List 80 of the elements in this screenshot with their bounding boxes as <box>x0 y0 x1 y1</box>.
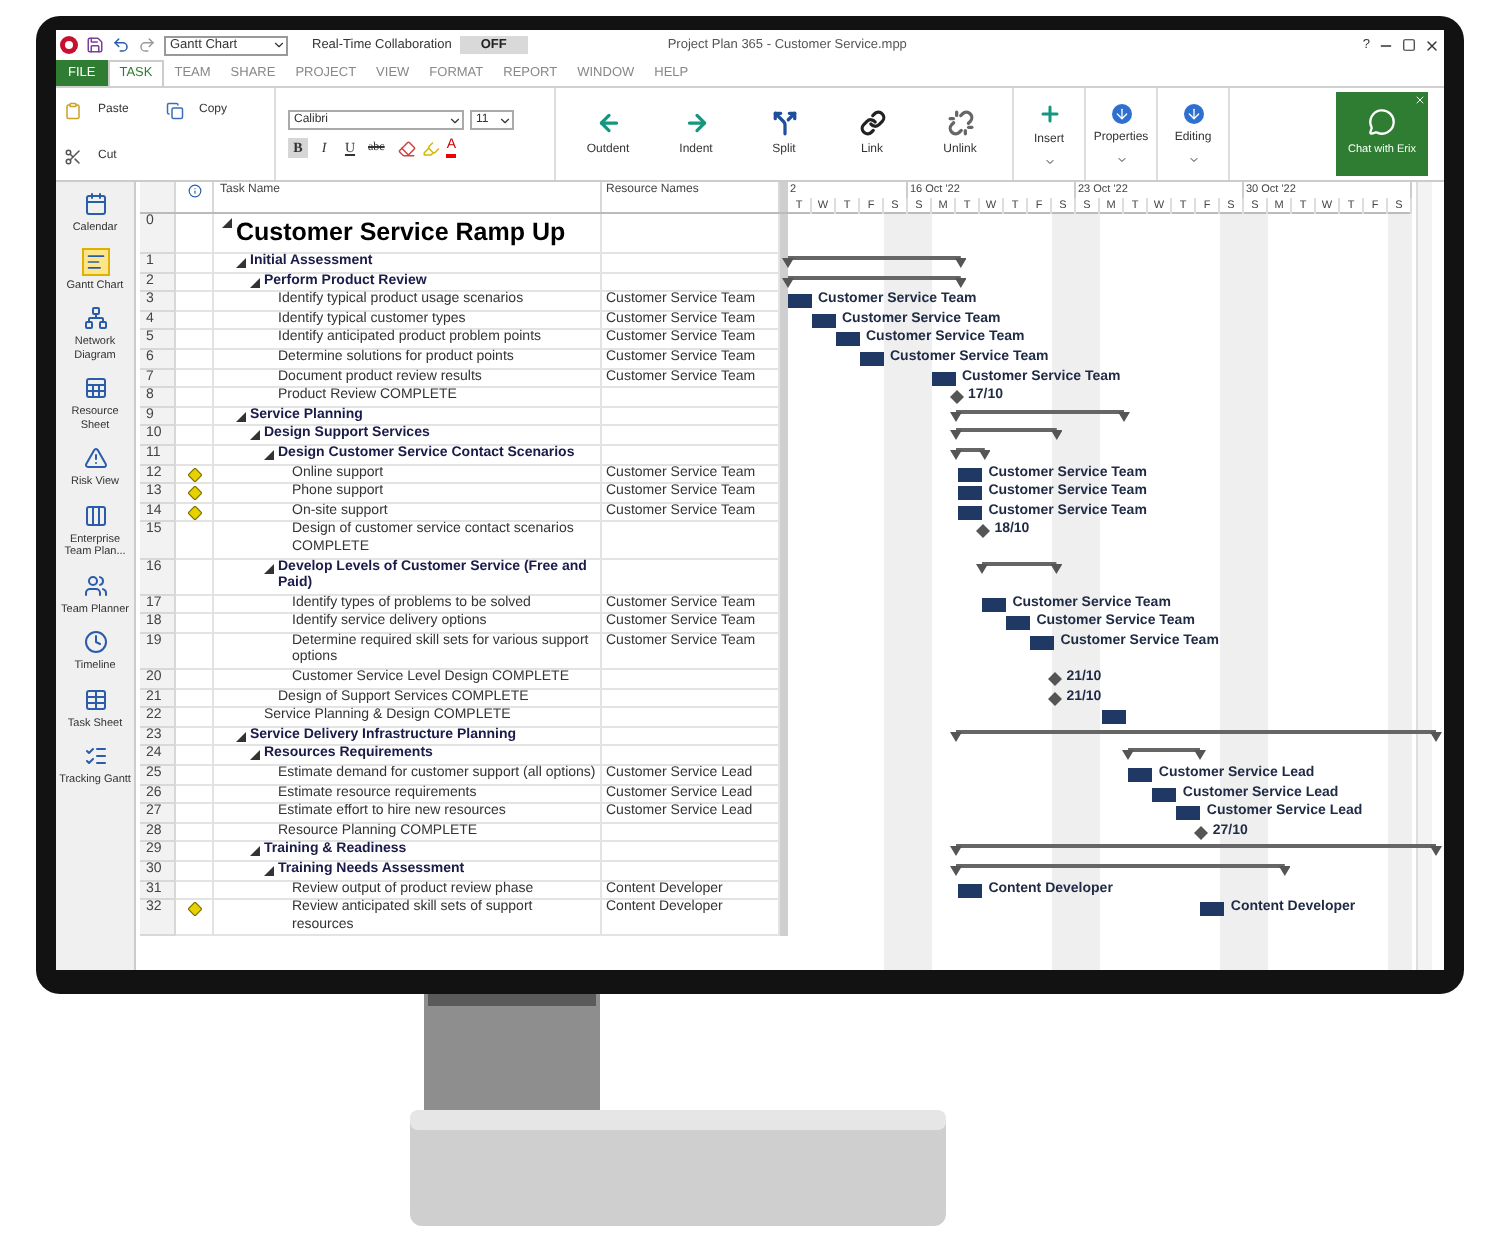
summary-bar[interactable] <box>950 729 1442 744</box>
task-bar[interactable] <box>1128 768 1153 783</box>
caret-icon <box>272 38 286 52</box>
arrow-left-icon <box>595 109 621 135</box>
task-bar[interactable] <box>1176 806 1201 821</box>
plus-icon <box>1037 101 1061 125</box>
summary-bar[interactable] <box>950 864 1291 878</box>
network-icon <box>81 304 109 332</box>
task-bar[interactable] <box>982 597 1007 612</box>
task-bar[interactable] <box>788 294 812 309</box>
save-icon[interactable] <box>86 36 104 54</box>
task-bar[interactable] <box>958 486 983 501</box>
link-icon <box>859 109 885 135</box>
people-icon <box>81 571 109 599</box>
task-bar[interactable] <box>1102 710 1127 725</box>
caret-icon <box>498 113 512 127</box>
collapse-triangle-icon[interactable] <box>264 866 274 876</box>
redo-icon[interactable] <box>138 36 156 54</box>
collapse-triangle-icon[interactable] <box>236 411 246 422</box>
task-bar[interactable] <box>958 505 983 520</box>
arrow-down-icon <box>1111 103 1131 123</box>
summary-bar[interactable] <box>976 561 1063 575</box>
task-name: Customer Service Ramp Up <box>236 216 566 250</box>
summary-bar[interactable] <box>1122 748 1207 763</box>
info-icon <box>187 184 201 198</box>
milestone-diamond[interactable] <box>1194 825 1209 840</box>
bars-icon <box>81 247 109 275</box>
columns-icon <box>81 501 109 529</box>
split-icon <box>771 109 797 135</box>
close-icon[interactable] <box>1424 37 1440 53</box>
table-icon <box>81 685 109 713</box>
undo-icon[interactable] <box>112 36 130 54</box>
clock-icon <box>81 628 109 656</box>
unlink-icon <box>947 109 973 135</box>
milestone-diamond[interactable] <box>976 524 991 539</box>
collapse-triangle-icon[interactable] <box>250 277 260 288</box>
calendar-icon <box>81 190 109 218</box>
task-bar[interactable] <box>812 313 836 328</box>
scrollbar[interactable] <box>1416 182 1432 970</box>
chat-bubble-icon <box>1368 108 1396 137</box>
task-bar[interactable] <box>1152 787 1177 802</box>
collapse-triangle-icon[interactable] <box>236 731 246 742</box>
copy-icon <box>165 102 183 120</box>
caret-icon <box>1187 153 1199 165</box>
collapse-triangle-icon[interactable] <box>250 846 260 857</box>
collapse-triangle-icon[interactable] <box>250 750 260 761</box>
collapse-triangle-icon[interactable] <box>236 258 246 268</box>
summary-bar[interactable] <box>950 844 1442 859</box>
collapse-triangle-icon[interactable] <box>264 449 274 460</box>
task-bar[interactable] <box>1030 635 1055 650</box>
summary-bar[interactable] <box>782 256 967 270</box>
warning-icon <box>187 902 201 917</box>
caret-icon <box>1043 155 1055 167</box>
collapse-triangle-icon[interactable] <box>222 218 232 228</box>
summary-bar[interactable] <box>950 409 1130 424</box>
warning-icon <box>81 444 109 472</box>
collapse-triangle-icon[interactable] <box>264 563 274 573</box>
select-all-cell[interactable] <box>140 182 176 212</box>
scissors-icon <box>64 148 82 166</box>
caret-icon <box>448 113 462 127</box>
task-bar[interactable] <box>958 883 983 898</box>
checklist-icon <box>81 742 109 770</box>
task-bar[interactable] <box>1006 616 1031 631</box>
task-bar[interactable] <box>1200 902 1225 917</box>
task-bar[interactable] <box>932 371 956 386</box>
arrow-right-icon <box>683 109 709 135</box>
milestone-diamond[interactable] <box>950 390 964 405</box>
task-bar[interactable] <box>860 351 884 366</box>
summary-bar[interactable] <box>950 428 1063 443</box>
task-bar[interactable] <box>836 332 860 347</box>
caret-icon <box>1115 153 1127 165</box>
collapse-triangle-icon[interactable] <box>250 430 260 441</box>
maximize-icon[interactable] <box>1402 38 1416 52</box>
summary-bar[interactable] <box>782 275 967 290</box>
eraser-icon[interactable] <box>398 139 417 157</box>
summary-bar[interactable] <box>950 447 991 462</box>
clipboard-icon <box>64 102 82 120</box>
arrow-down-icon <box>1183 103 1203 123</box>
task-bar[interactable] <box>958 467 983 482</box>
sheet-icon <box>81 374 109 402</box>
